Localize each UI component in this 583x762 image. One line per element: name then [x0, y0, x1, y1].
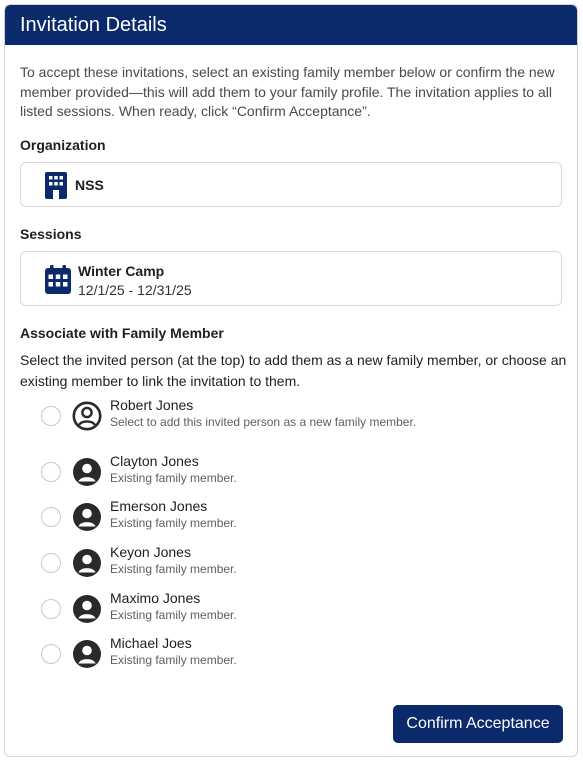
- invitation-details-card: Invitation Details To accept these invit…: [4, 4, 578, 757]
- member-subtitle: Existing family member.: [110, 653, 237, 667]
- member-name: Clayton Jones: [110, 453, 199, 469]
- member-name: Emerson Jones: [110, 498, 208, 514]
- associate-instructions: Select the invited person (at the top) t…: [20, 352, 567, 389]
- confirm-acceptance-button[interactable]: Confirm Acceptance: [393, 705, 563, 743]
- member-subtitle: Existing family member.: [110, 608, 237, 622]
- user-circle-icon: [73, 549, 101, 577]
- member-option-michael-joes[interactable]: Michael Joes Existing family member.: [41, 635, 541, 675]
- calendar-icon: [45, 265, 71, 294]
- organization-label: Organization: [20, 137, 106, 153]
- member-name: Keyon Jones: [110, 544, 191, 560]
- card-header: Invitation Details: [5, 5, 577, 45]
- member-subtitle: Existing family member.: [110, 516, 237, 530]
- user-circle-outline-icon: [72, 401, 102, 431]
- member-name: Maximo Jones: [110, 590, 201, 606]
- member-radio[interactable]: [41, 599, 61, 619]
- card-title: Invitation Details: [20, 14, 167, 36]
- member-subtitle: Select to add this invited person as a n…: [110, 415, 417, 429]
- user-circle-icon: [73, 595, 101, 623]
- intro-text: To accept these invitations, select an e…: [20, 64, 555, 119]
- member-radio[interactable]: [41, 406, 61, 426]
- member-radio[interactable]: [41, 462, 61, 482]
- building-icon: [45, 172, 67, 199]
- organization-name: NSS: [75, 177, 104, 193]
- member-option-keyon-jones[interactable]: Keyon Jones Existing family member.: [41, 544, 541, 584]
- organization-box: NSS: [20, 162, 562, 207]
- member-name: Michael Joes: [110, 635, 192, 651]
- member-option-maximo-jones[interactable]: Maximo Jones Existing family member.: [41, 590, 541, 630]
- member-radio[interactable]: [41, 644, 61, 664]
- member-subtitle: Existing family member.: [110, 562, 237, 576]
- user-circle-icon: [73, 458, 101, 486]
- session-item: Winter Camp 12/1/25 - 12/31/25: [20, 251, 562, 306]
- member-option-emerson-jones[interactable]: Emerson Jones Existing family member.: [41, 498, 541, 538]
- sessions-label: Sessions: [20, 226, 82, 242]
- user-circle-icon: [73, 503, 101, 531]
- member-subtitle: Existing family member.: [110, 471, 237, 485]
- member-option-robert-jones[interactable]: Robert Jones Select to add this invited …: [41, 397, 541, 437]
- associate-label: Associate with Family Member: [20, 325, 224, 341]
- member-radio[interactable]: [41, 507, 61, 527]
- session-dates: 12/1/25 - 12/31/25: [78, 282, 192, 298]
- member-option-clayton-jones[interactable]: Clayton Jones Existing family member.: [41, 453, 541, 493]
- member-radio[interactable]: [41, 553, 61, 573]
- user-circle-icon: [73, 640, 101, 668]
- session-name: Winter Camp: [78, 263, 165, 279]
- member-name: Robert Jones: [110, 397, 194, 413]
